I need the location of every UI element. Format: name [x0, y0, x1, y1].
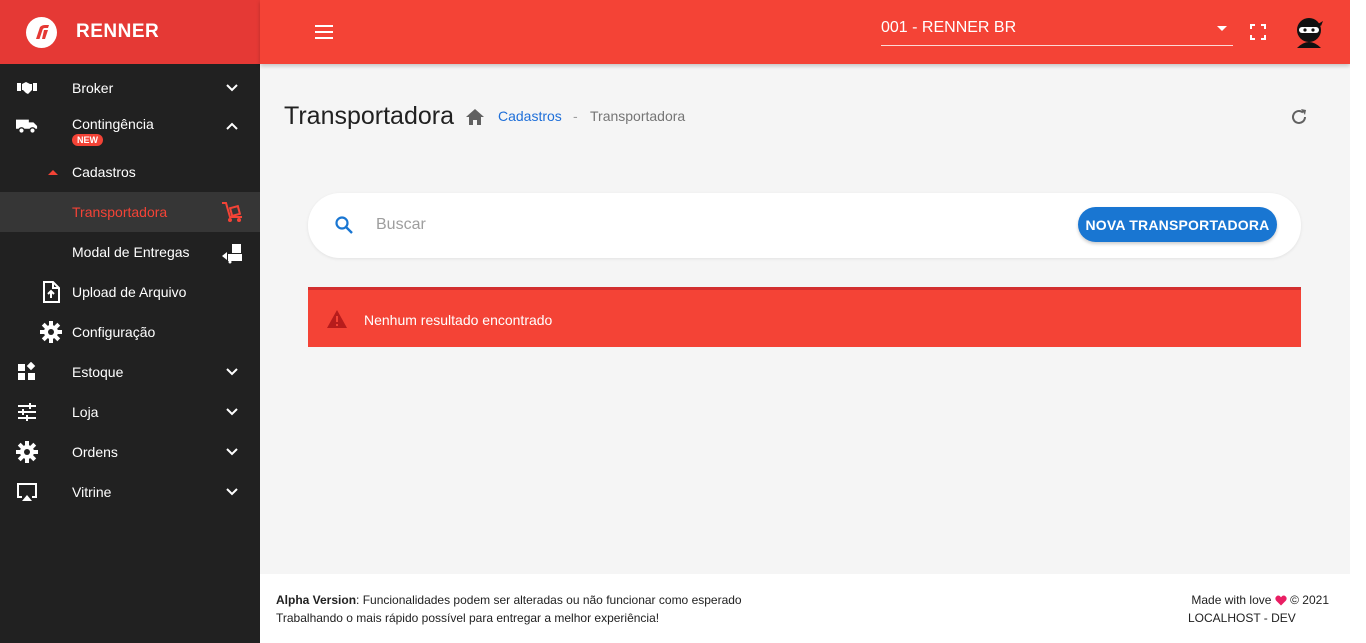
chevron-down-icon: [226, 488, 238, 496]
sidebar-item-broker[interactable]: Broker: [0, 68, 260, 108]
search-bar: NOVA TRANSPORTADORA: [308, 193, 1301, 258]
sidebar-item-estoque[interactable]: Estoque: [0, 352, 260, 392]
sidebar-item-configuracao[interactable]: Configuração: [0, 312, 260, 352]
widgets-icon: [16, 361, 38, 383]
chevron-down-icon: [226, 448, 238, 456]
footer-made-with: Made with love © 2021: [1191, 593, 1329, 607]
sidebar-nav: Broker Contingência NEW Cadastros Transp…: [0, 68, 260, 512]
scrollbar-track[interactable]: [1350, 0, 1366, 643]
no-results-alert: Nenhum resultado encontrado: [308, 287, 1301, 347]
chevron-down-icon: [226, 408, 238, 416]
footer-tagline: Trabalhando o mais rápido possível para …: [276, 611, 660, 625]
airplay-icon: [16, 481, 38, 503]
gear-icon: [40, 321, 62, 343]
chevron-down-icon: [226, 368, 238, 376]
sidebar-item-label: Cadastros: [72, 164, 136, 180]
breadcrumb-link-cadastros[interactable]: Cadastros: [498, 108, 562, 124]
alpha-version-label: Alpha Version: [276, 593, 357, 607]
search-icon: [335, 216, 353, 234]
truck-fast-icon: [16, 115, 38, 137]
footer-alpha-notice: Alpha Version: Funcionalidades podem ser…: [276, 593, 742, 607]
breadcrumb-current: Transportadora: [590, 108, 686, 124]
file-upload-icon: [40, 281, 62, 303]
footer: Alpha Version: Funcionalidades podem ser…: [260, 574, 1350, 643]
sidebar: RENNER Broker Contingência NEW Cadastros: [0, 0, 260, 643]
sidebar-item-contingencia[interactable]: Contingência NEW: [0, 108, 260, 152]
brand-title: RENNER: [76, 21, 160, 42]
sidebar-item-label: Loja: [72, 404, 99, 420]
sidebar-item-ordens[interactable]: Ordens: [0, 432, 260, 472]
copyright-text: © 2021: [1290, 593, 1329, 607]
sidebar-item-label: Contingência: [72, 116, 154, 132]
sidebar-item-label: Vitrine: [72, 484, 112, 500]
chevron-down-icon: [226, 84, 238, 92]
settings-icon: [16, 441, 38, 463]
home-icon[interactable]: [465, 108, 485, 126]
top-app-bar: 001 - RENNER BR: [260, 0, 1350, 64]
sidebar-item-upload-de-arquivo[interactable]: Upload de Arquivo: [0, 272, 260, 312]
caret-up-icon: [42, 161, 64, 183]
sidebar-item-loja[interactable]: Loja: [0, 392, 260, 432]
ninja-avatar-icon[interactable]: [1294, 16, 1324, 48]
sidebar-item-label: Ordens: [72, 444, 118, 460]
sidebar-item-label: Transportadora: [72, 204, 168, 220]
sidebar-item-label: Broker: [72, 80, 114, 96]
tune-icon: [16, 401, 38, 423]
dolly-boxes-icon: [222, 244, 242, 264]
made-with-text: Made with love: [1191, 593, 1272, 607]
store-select-value: 001 - RENNER BR: [881, 19, 1017, 36]
alert-message: Nenhum resultado encontrado: [364, 312, 553, 328]
page-title: Transportadora: [284, 102, 454, 130]
sidebar-item-transportadora[interactable]: Transportadora: [0, 192, 260, 232]
nova-transportadora-button[interactable]: NOVA TRANSPORTADORA: [1078, 207, 1277, 242]
sidebar-item-label: Modal de Entregas: [72, 244, 190, 260]
chevron-up-icon: [226, 122, 238, 130]
store-select[interactable]: 001 - RENNER BR: [881, 14, 1233, 46]
sidebar-item-label: Estoque: [72, 364, 124, 380]
footer-environment: LOCALHOST - DEV: [1188, 611, 1296, 625]
sidebar-item-modal-de-entregas[interactable]: Modal de Entregas: [0, 232, 260, 272]
hamburger-menu-icon[interactable]: [312, 20, 336, 44]
sidebar-item-vitrine[interactable]: Vitrine: [0, 472, 260, 512]
hand-truck-icon: [222, 202, 242, 222]
sidebar-item-label: Upload de Arquivo: [72, 284, 187, 300]
breadcrumb-separator: -: [573, 108, 578, 124]
sidebar-item-cadastros[interactable]: Cadastros: [0, 152, 260, 192]
brand-header[interactable]: RENNER: [0, 0, 260, 64]
caret-down-icon: [1217, 26, 1227, 31]
refresh-icon[interactable]: [1289, 107, 1309, 127]
handshake-icon: [16, 77, 38, 99]
warning-icon: [327, 310, 347, 328]
fullscreen-icon[interactable]: [1248, 22, 1268, 42]
main-content: Transportadora Cadastros - Transportador…: [260, 64, 1350, 574]
heart-icon: [1275, 595, 1287, 606]
new-badge: NEW: [72, 134, 103, 146]
sidebar-item-label: Configuração: [72, 324, 156, 340]
alpha-version-text: : Funcionalidades podem ser alteradas ou…: [356, 593, 742, 607]
search-input[interactable]: [376, 211, 996, 239]
renner-logo-icon: [26, 16, 57, 48]
